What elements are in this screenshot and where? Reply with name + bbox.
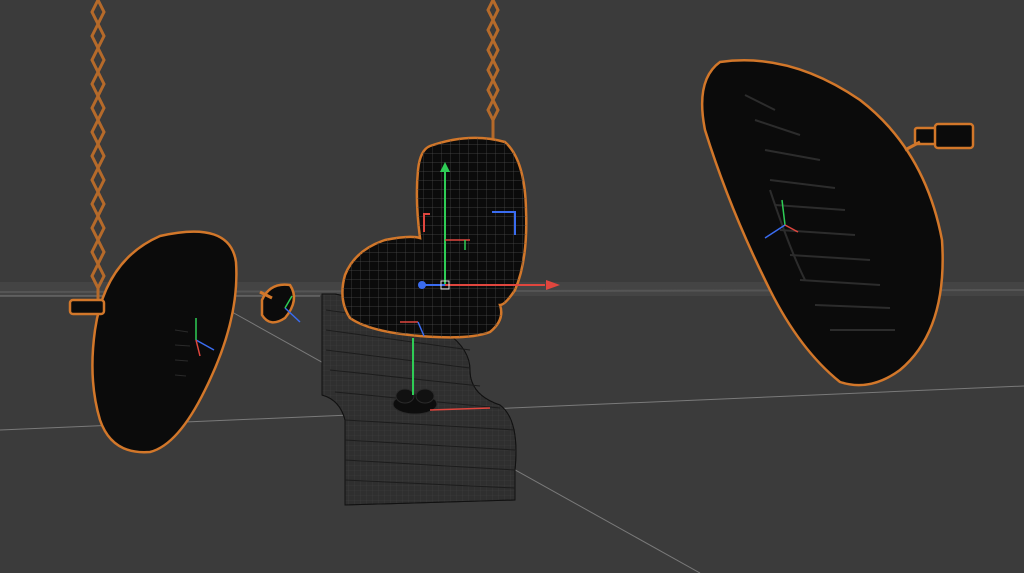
hanging-chain-left[interactable] [90, 0, 106, 300]
softbox-right[interactable] [700, 59, 975, 387]
3d-viewport[interactable] [0, 0, 1024, 573]
softbox-right-mount[interactable] [904, 122, 975, 152]
scene-canvas[interactable] [0, 0, 1024, 573]
hanging-chain-center[interactable] [486, 0, 500, 140]
softbox-left[interactable] [68, 230, 238, 454]
